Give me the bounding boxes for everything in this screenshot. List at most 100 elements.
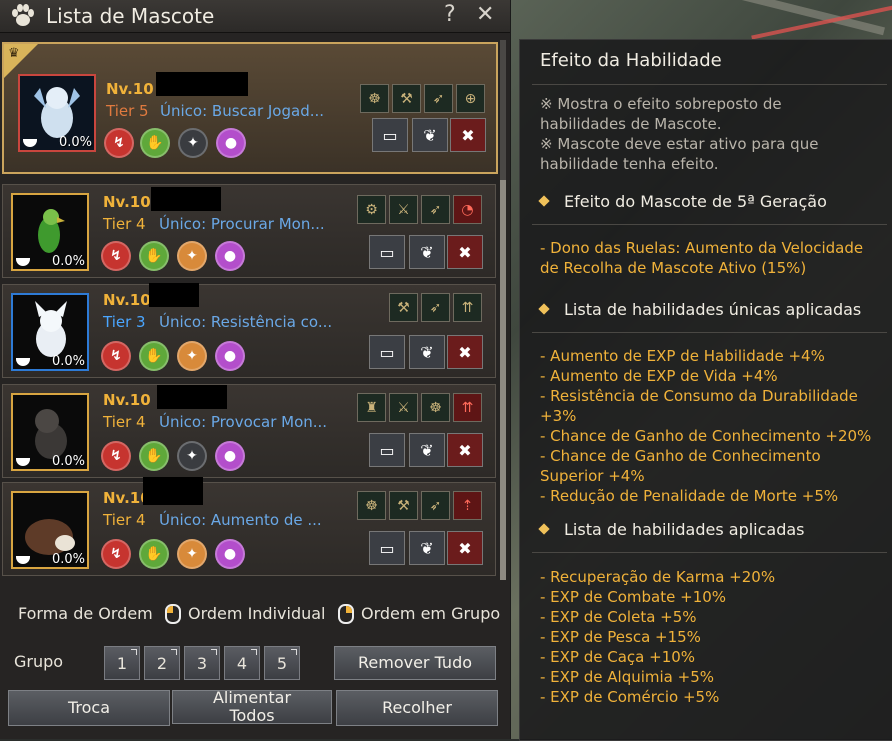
pet-unique-skill: Único: Resistência co... bbox=[159, 313, 333, 331]
pet-portrait[interactable]: 0.0% bbox=[18, 74, 96, 152]
skill-red-icon: ↯ bbox=[104, 128, 134, 158]
unique-skill-item: - Aumento de EXP de Habilidade +4% bbox=[540, 347, 825, 365]
pet-list: ♛ 0.0% Nv.10 Tier 5 Único: Buscar Jogad.… bbox=[0, 40, 510, 580]
pet-card[interactable]: 0.0% Nv.10 Tier 3 Único: Resistência co.… bbox=[2, 283, 496, 378]
divider bbox=[532, 332, 887, 333]
pet-card[interactable]: 0.0% Nv.10 Tier 4 Único: Provocar Mon...… bbox=[2, 384, 496, 478]
skill-purple-icon: ● bbox=[215, 241, 245, 271]
talent-wing-icon: ➶ bbox=[421, 491, 450, 520]
close-button[interactable]: ✕ bbox=[476, 2, 494, 27]
talent-scorpion-icon: ☸ bbox=[421, 393, 450, 422]
redacted-name bbox=[156, 72, 248, 96]
sort-group[interactable]: Ordem em Grupo bbox=[361, 604, 500, 623]
feed-bowl-button[interactable]: ▭ bbox=[369, 235, 405, 269]
skill-item: - EXP de Caça +10% bbox=[540, 648, 696, 666]
group-button-3[interactable]: 3 bbox=[184, 646, 220, 680]
unique-skill-item: - Redução de Penalidade de Morte +5% bbox=[540, 487, 839, 505]
redacted-name bbox=[151, 187, 221, 211]
talent-weapon-icon: ⚔ bbox=[389, 195, 418, 224]
talent-target-icon: ⊕ bbox=[456, 84, 485, 113]
mouse-left-icon bbox=[165, 604, 181, 625]
pet-level: Nv.10 bbox=[106, 80, 154, 98]
pet-card[interactable]: 0.0% Nv.10 Tier 4 Único: Procurar Mon...… bbox=[2, 184, 496, 278]
skill-item: - EXP de Coleta +5% bbox=[540, 608, 697, 626]
skill-red-icon: ↯ bbox=[101, 241, 131, 271]
skill-green-icon: ✋ bbox=[139, 241, 169, 271]
talent-scorpion-icon: ☸ bbox=[360, 84, 389, 113]
remove-all-button[interactable]: Remover Tudo bbox=[334, 646, 496, 680]
pet-level: Nv.10 bbox=[103, 193, 151, 211]
paw-info-button[interactable]: ❦ bbox=[409, 433, 445, 467]
unique-skill-item: - Chance de Ganho de Conhecimento Superi… bbox=[540, 447, 821, 485]
pet-list-window: Lista de Mascote ? ✕ ♛ 0.0% Nv.10 Tier 5… bbox=[0, 0, 511, 739]
help-button[interactable]: ? bbox=[444, 2, 456, 27]
talent-arrows-icon: ⇈ bbox=[453, 293, 482, 322]
skill-purple-icon: ● bbox=[215, 441, 245, 471]
skill-green-icon: ✋ bbox=[139, 539, 169, 569]
skill-item: - EXP de Alquimia +5% bbox=[540, 668, 714, 686]
talent-tools-icon: ⚒ bbox=[389, 491, 418, 520]
hunger-percent: 0.0% bbox=[58, 135, 92, 150]
section-skills-label: Lista de habilidades aplicadas bbox=[564, 520, 805, 539]
section-gen5-label: Efeito do Mascote de 5ª Geração bbox=[564, 192, 827, 211]
scrollbar-thumb[interactable] bbox=[500, 180, 506, 580]
box-release-button[interactable]: ✖ bbox=[447, 433, 483, 467]
pet-tier: Tier 3 bbox=[103, 313, 146, 331]
section-gen5: Efeito do Mascote de 5ª Geração bbox=[538, 192, 827, 211]
box-release-button[interactable]: ✖ bbox=[447, 531, 483, 565]
pet-portrait[interactable]: 0.0% bbox=[11, 293, 89, 371]
talent-wing-icon: ➶ bbox=[421, 195, 450, 224]
skill-red-icon: ↯ bbox=[101, 539, 131, 569]
talent-clock-icon: ◔ bbox=[453, 195, 482, 224]
unique-skill-item: - Chance de Ganho de Conhecimento +20% bbox=[540, 427, 872, 445]
title-bar[interactable]: Lista de Mascote ? ✕ bbox=[0, 0, 510, 33]
feed-bowl-button[interactable]: ▭ bbox=[369, 433, 405, 467]
paw-info-button[interactable]: ❦ bbox=[409, 531, 445, 565]
skill-green-icon: ✋ bbox=[139, 441, 169, 471]
talent-weapon-icon: ⚔ bbox=[389, 393, 418, 422]
paw-info-button[interactable]: ❦ bbox=[412, 118, 448, 152]
paw-info-button[interactable]: ❦ bbox=[409, 335, 445, 369]
pet-tier: Tier 4 bbox=[103, 511, 146, 529]
hunger-percent: 0.0% bbox=[51, 454, 85, 469]
collect-button[interactable]: Recolher bbox=[336, 690, 498, 726]
feed-bowl-button[interactable]: ▭ bbox=[369, 531, 405, 565]
unique-skill-item: - Aumento de EXP de Vida +4% bbox=[540, 367, 778, 385]
divider bbox=[532, 84, 887, 85]
pet-card[interactable]: 0.0% Nv.10 Tier 4 Único: Aumento de ... … bbox=[2, 477, 496, 576]
note-overlap: ※ Mostra o efeito sobreposto de habilida… bbox=[540, 95, 782, 133]
paw-info-button[interactable]: ❦ bbox=[409, 235, 445, 269]
pet-portrait[interactable]: 0.0% bbox=[11, 393, 89, 471]
paw-icon bbox=[10, 4, 36, 28]
crown-icon: ♛ bbox=[8, 46, 20, 61]
box-release-button[interactable]: ✖ bbox=[447, 235, 483, 269]
pet-portrait[interactable]: 0.0% bbox=[11, 491, 89, 569]
pet-list-scrollbar[interactable] bbox=[500, 40, 506, 580]
box-release-button[interactable]: ✖ bbox=[450, 118, 486, 152]
group-button-1[interactable]: 1 bbox=[104, 646, 140, 680]
sort-individual[interactable]: Ordem Individual bbox=[188, 604, 325, 623]
talent-bottle-icon: ♜ bbox=[357, 393, 386, 422]
skill-dark-icon: ✦ bbox=[178, 128, 208, 158]
skill-green-icon: ✋ bbox=[139, 341, 169, 371]
group-button-4[interactable]: 4 bbox=[224, 646, 260, 680]
skill-item: - EXP de Comércio +5% bbox=[540, 688, 720, 706]
feed-all-button[interactable]: Alimentar Todos bbox=[172, 689, 332, 725]
swap-button[interactable]: Troca bbox=[8, 690, 170, 726]
group-button-2[interactable]: 2 bbox=[144, 646, 180, 680]
talent-axe-icon: ⚒ bbox=[392, 84, 421, 113]
skill-orange-icon: ✦ bbox=[177, 539, 207, 569]
sort-label: Forma de Ordem bbox=[18, 604, 153, 623]
feed-bowl-button[interactable]: ▭ bbox=[369, 335, 405, 369]
redacted-name bbox=[157, 385, 227, 409]
skill-effect-panel: Efeito da Habilidade ※ Mostra o efeito s… bbox=[519, 39, 892, 741]
feed-bowl-button[interactable]: ▭ bbox=[372, 118, 408, 152]
talent-scorpion-icon: ☸ bbox=[357, 491, 386, 520]
skill-red-icon: ↯ bbox=[101, 441, 131, 471]
mouse-right-icon bbox=[338, 604, 354, 625]
pet-portrait[interactable]: 0.0% bbox=[11, 193, 89, 271]
section-unique: Lista de habilidades únicas aplicadas bbox=[538, 300, 861, 319]
group-button-5[interactable]: 5 bbox=[264, 646, 300, 680]
box-release-button[interactable]: ✖ bbox=[447, 335, 483, 369]
pet-card-active[interactable]: ♛ 0.0% Nv.10 Tier 5 Único: Buscar Jogad.… bbox=[2, 42, 498, 174]
